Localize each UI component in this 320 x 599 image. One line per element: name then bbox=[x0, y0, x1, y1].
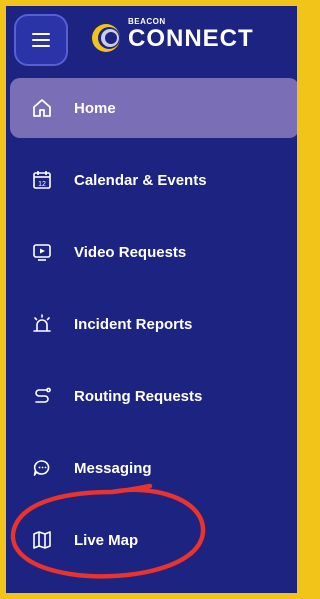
sidebar-item-label: Incident Reports bbox=[74, 315, 193, 333]
sidebar-item-messaging[interactable]: Messaging bbox=[10, 438, 297, 498]
route-icon bbox=[28, 382, 56, 410]
sidebar-item-live-map[interactable]: Live Map bbox=[10, 510, 297, 570]
sidebar-item-incident-reports[interactable]: Incident Reports bbox=[10, 294, 297, 354]
svg-text:12: 12 bbox=[38, 181, 46, 188]
sidebar: BEACON CONNECT Home 12 Calendar & Events… bbox=[6, 6, 297, 593]
sidebar-item-label: Calendar & Events bbox=[74, 171, 207, 189]
chat-icon bbox=[28, 454, 56, 482]
sidebar-item-home[interactable]: Home bbox=[10, 78, 297, 138]
sidebar-item-calendar[interactable]: 12 Calendar & Events bbox=[10, 150, 297, 210]
calendar-icon: 12 bbox=[28, 166, 56, 194]
sidebar-item-label: Messaging bbox=[74, 459, 152, 477]
video-icon bbox=[28, 238, 56, 266]
map-icon bbox=[28, 526, 56, 554]
alarm-icon bbox=[28, 310, 56, 338]
beacon-logo-icon bbox=[92, 24, 120, 52]
sidebar-item-label: Home bbox=[74, 99, 116, 117]
brand-logo: BEACON CONNECT bbox=[128, 18, 254, 51]
sidebar-item-routing-requests[interactable]: Routing Requests bbox=[10, 366, 297, 426]
menu-button[interactable] bbox=[14, 14, 68, 66]
sidebar-item-label: Live Map bbox=[74, 531, 139, 549]
sidebar-item-video-requests[interactable]: Video Requests bbox=[10, 222, 297, 282]
hamburger-icon bbox=[32, 33, 50, 47]
sidebar-item-label: Video Requests bbox=[74, 243, 187, 261]
sidebar-item-label: Routing Requests bbox=[74, 387, 203, 405]
home-icon bbox=[28, 94, 56, 122]
sidebar-header: BEACON CONNECT bbox=[6, 6, 297, 78]
logo-big-text: CONNECT bbox=[128, 25, 254, 52]
